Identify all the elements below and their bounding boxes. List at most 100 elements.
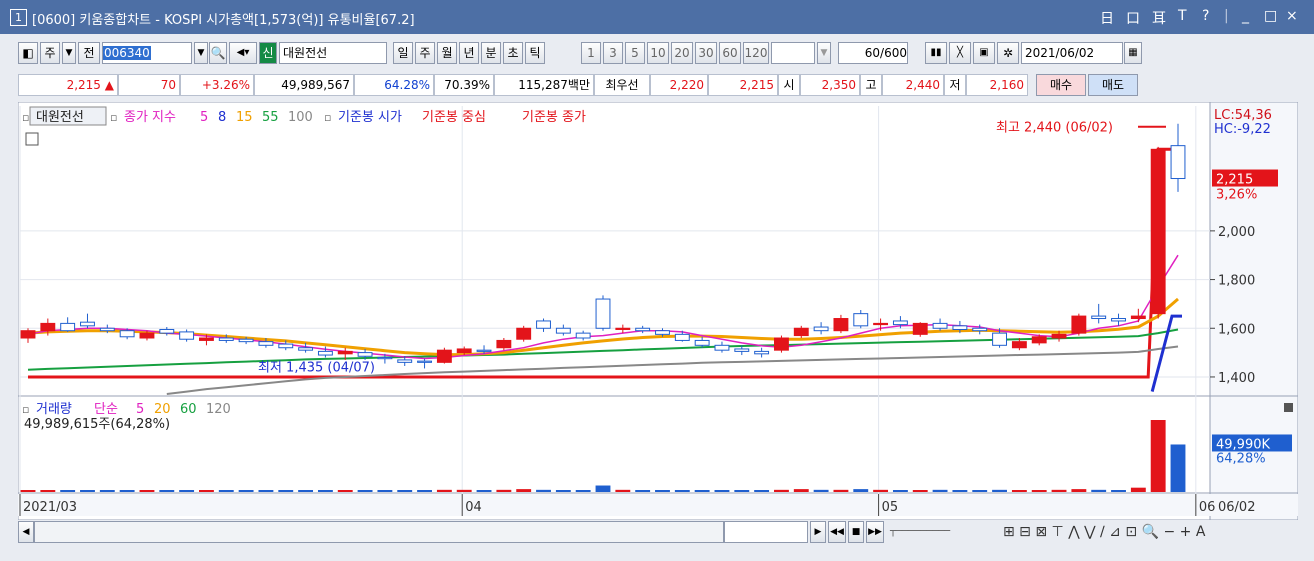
bottom-bar: ◀ ▶ ◀◀ ■ ▶▶ ┬───────── ⊞ ⊟ ⊠ ⊤ ⋀ ⋁ ∕ ⊿ ⊡… bbox=[18, 521, 1298, 543]
x-tick-label: 04 bbox=[465, 500, 482, 515]
save-icon[interactable]: ▣ bbox=[973, 42, 995, 64]
market-dropdown-icon[interactable]: ▼ bbox=[62, 42, 76, 64]
layout-icon[interactable]: ◧ bbox=[18, 42, 38, 64]
vol-legend-type: 단순 bbox=[94, 402, 118, 417]
volume-bar bbox=[317, 490, 333, 492]
custom-interval-field[interactable] bbox=[771, 42, 815, 64]
volume-bar bbox=[694, 490, 710, 492]
close-icon[interactable]: × bbox=[1286, 8, 1298, 24]
date-input[interactable]: 2021/06/02 bbox=[1021, 42, 1123, 64]
buy-button[interactable]: 매수 bbox=[1036, 74, 1086, 96]
price-tag-percent: 3,26% bbox=[1216, 188, 1257, 203]
candle bbox=[853, 313, 869, 327]
font-icon[interactable]: T bbox=[1178, 8, 1187, 24]
period-minute[interactable]: 분 bbox=[481, 42, 501, 64]
price-change: 70 bbox=[118, 74, 180, 96]
window-link-icon[interactable]: 口 bbox=[1126, 8, 1140, 28]
minimize-icon[interactable]: _ bbox=[1242, 8, 1249, 24]
legend-ma-label: 종가 지수 bbox=[124, 110, 176, 125]
scroll-left-icon[interactable]: ◀ bbox=[18, 521, 34, 543]
volume-bar bbox=[655, 490, 670, 492]
stop-icon[interactable]: ■ bbox=[848, 521, 864, 543]
candlestick-chart[interactable]: 1,400 1,600 1,800 2,000 2021/03 04 05 06 06/02 ▫ 대… bbox=[18, 102, 1298, 520]
sell-button[interactable]: 매도 bbox=[1088, 74, 1138, 96]
forward-icon[interactable]: ▶▶ bbox=[866, 521, 884, 543]
volume-bar bbox=[417, 490, 432, 492]
interval-5[interactable]: 5 bbox=[625, 42, 645, 64]
zoom-slider[interactable]: ┬───────── bbox=[890, 523, 1000, 541]
code-dropdown-icon[interactable]: ▼ bbox=[194, 42, 208, 64]
stock-name-field[interactable]: 대원전선 bbox=[279, 42, 387, 64]
turnover-rate: 70.39% bbox=[434, 74, 494, 96]
open-price: 2,350 bbox=[800, 74, 860, 96]
candle bbox=[1091, 315, 1107, 320]
candle bbox=[218, 337, 234, 341]
volume-bar bbox=[278, 490, 294, 492]
split-icon[interactable]: 日 bbox=[1100, 8, 1114, 28]
volume-bar bbox=[734, 490, 750, 492]
candle bbox=[912, 322, 928, 335]
compare-icon[interactable]: ╳ bbox=[949, 42, 971, 64]
settings-gear-icon[interactable]: ✲ bbox=[997, 42, 1019, 64]
interval-dropdown-icon[interactable]: ▼ bbox=[817, 42, 831, 64]
candle bbox=[60, 322, 76, 332]
volume-bar bbox=[397, 490, 413, 492]
candle bbox=[496, 339, 512, 349]
candle bbox=[1111, 318, 1126, 322]
candle bbox=[99, 327, 115, 332]
volume-bar bbox=[674, 490, 690, 492]
candle bbox=[119, 330, 135, 338]
interval-3[interactable]: 3 bbox=[603, 42, 623, 64]
x-tick-label: 2021/03 bbox=[23, 500, 77, 515]
screen-number: 1 bbox=[10, 9, 27, 26]
rewind-icon[interactable]: ◀◀ bbox=[828, 521, 846, 543]
candle bbox=[992, 332, 1007, 346]
volume-bar bbox=[615, 489, 631, 492]
high-price: 2,440 bbox=[882, 74, 944, 96]
interval-120[interactable]: 120 bbox=[743, 42, 769, 64]
count-input[interactable]: 60 bbox=[865, 46, 880, 60]
candle bbox=[377, 356, 393, 360]
trade-amount: 115,287백만 bbox=[494, 74, 594, 96]
period-day[interactable]: 일 bbox=[393, 42, 413, 64]
period-tick[interactable]: 틱 bbox=[525, 42, 545, 64]
interval-30[interactable]: 30 bbox=[695, 42, 717, 64]
legend-ma-period: 8 bbox=[218, 110, 226, 125]
ask-price: 2,220 bbox=[650, 74, 708, 96]
vol-legend-period: 120 bbox=[206, 402, 231, 417]
search-icon[interactable]: 🔍 bbox=[209, 42, 227, 64]
interval-10[interactable]: 10 bbox=[647, 42, 669, 64]
period-year[interactable]: 년 bbox=[459, 42, 479, 64]
volume-bar bbox=[714, 490, 730, 492]
low-price: 2,160 bbox=[966, 74, 1028, 96]
speaker-icon[interactable]: ◀▾ bbox=[229, 42, 257, 64]
calendar-icon[interactable]: ▦ bbox=[1124, 42, 1142, 64]
period-second[interactable]: 초 bbox=[503, 42, 523, 64]
volume-bar bbox=[992, 489, 1007, 492]
interval-20[interactable]: 20 bbox=[671, 42, 693, 64]
candle bbox=[1051, 333, 1067, 339]
y-tick-label: 1,800 bbox=[1218, 274, 1255, 289]
prev-button[interactable]: 전 bbox=[78, 42, 100, 64]
horizontal-scrollbar[interactable] bbox=[34, 521, 724, 543]
volume-bar bbox=[476, 490, 492, 492]
interval-1[interactable]: 1 bbox=[581, 42, 601, 64]
drawing-tools[interactable]: ⊞ ⊟ ⊠ ⊤ ⋀ ⋁ ∕ ⊿ ⊡ 🔍 − + A bbox=[1003, 521, 1298, 543]
legend-ref-mid: 기준봉 중심 bbox=[422, 110, 486, 125]
pane-close-icon bbox=[1284, 403, 1293, 412]
volume-bar bbox=[635, 490, 651, 492]
candle-type-icon[interactable]: ▮▮ bbox=[925, 42, 947, 64]
period-month[interactable]: 월 bbox=[437, 42, 457, 64]
pin-icon[interactable]: 耳 bbox=[1152, 8, 1166, 28]
market-button[interactable]: 주 bbox=[40, 42, 60, 64]
code-input[interactable]: 006340 bbox=[103, 46, 151, 60]
play-icon[interactable]: ▶ bbox=[810, 521, 826, 543]
volume-bar bbox=[833, 489, 849, 492]
volume-ratio: 64.28% bbox=[354, 74, 434, 96]
interval-60[interactable]: 60 bbox=[719, 42, 741, 64]
scroll-thumb[interactable] bbox=[724, 521, 808, 543]
maximize-icon[interactable]: □ bbox=[1264, 8, 1277, 24]
period-week[interactable]: 주 bbox=[415, 42, 435, 64]
candle bbox=[932, 322, 948, 329]
help-icon[interactable]: ? bbox=[1202, 8, 1209, 24]
